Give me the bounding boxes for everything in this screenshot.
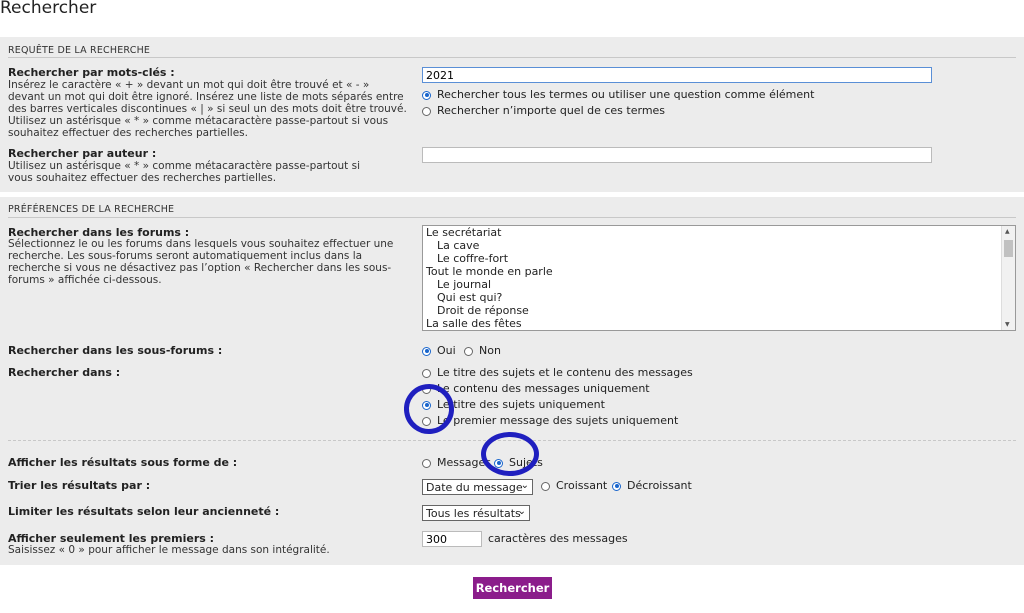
radio-checked-icon[interactable] — [422, 346, 431, 356]
section-heading-preferences: PRÉFÉRENCES DE LA RECHERCHE — [8, 204, 175, 215]
search-query-panel: REQUÊTE DE LA RECHERCHE Rechercher par m… — [0, 37, 1024, 192]
first-chars-description: Saisissez « 0 » pour afficher le message… — [8, 544, 330, 556]
radio-icon[interactable] — [422, 368, 431, 378]
author-label: Rechercher par auteur : — [8, 147, 157, 160]
subforums-label: Rechercher dans les sous-forums : — [8, 344, 223, 357]
radio-icon[interactable] — [422, 106, 431, 116]
scroll-down-icon[interactable]: ▼ — [1005, 321, 1010, 328]
search-submit-button[interactable]: Rechercher — [473, 577, 552, 599]
radio-icon[interactable] — [422, 458, 431, 468]
annotation-circle — [481, 432, 539, 476]
scrollbar-thumb[interactable] — [1004, 240, 1013, 257]
display-as-label: Afficher les résultats sous forme de : — [8, 456, 238, 469]
divider — [8, 57, 1016, 58]
radio-icon[interactable] — [541, 481, 550, 491]
search-in-titles-and-content[interactable]: Le titre des sujets et le contenu des me… — [422, 366, 693, 379]
limit-age-select[interactable]: Tous les résultats ⌄ — [422, 505, 530, 521]
search-in-content-only[interactable]: Le contenu des messages uniquement — [422, 382, 650, 395]
first-chars-suffix: caractères des messages — [488, 532, 628, 545]
search-in-label: Rechercher dans : — [8, 366, 121, 379]
divider — [8, 217, 1016, 218]
list-item[interactable]: Le coffre-fort — [423, 252, 1015, 265]
list-item[interactable]: Qui est qui? — [423, 291, 1015, 304]
scroll-up-icon[interactable]: ▲ — [1005, 228, 1010, 235]
radio-checked-icon[interactable] — [422, 90, 431, 100]
limit-label: Limiter les résultats selon leur ancienn… — [8, 505, 280, 518]
keywords-input[interactable]: 2021 — [422, 67, 932, 83]
search-in-first-post-only[interactable]: Le premier message des sujets uniquement — [422, 414, 678, 427]
sort-ascending-option[interactable]: Croissant — [541, 479, 607, 492]
listbox-scrollbar[interactable]: ▲ ▼ — [1001, 226, 1015, 330]
author-input[interactable] — [422, 147, 932, 163]
keywords-label: Rechercher par mots-clés : — [8, 66, 175, 79]
radio-checked-icon[interactable] — [612, 481, 621, 491]
keywords-description: Insérez le caractère « + » devant un mot… — [8, 79, 407, 139]
list-item[interactable]: La salle des fêtes — [423, 317, 1015, 330]
forums-listbox[interactable]: Le secrétariat La cave Le coffre-fort To… — [422, 225, 1016, 331]
option-any-term[interactable]: Rechercher n’importe quel de ces termes — [422, 104, 665, 117]
list-item[interactable]: Le journal — [423, 278, 1015, 291]
list-item[interactable]: Droit de réponse — [423, 304, 1015, 317]
subforums-no-option[interactable]: Non — [464, 344, 501, 357]
option-all-terms[interactable]: Rechercher tous les termes ou utiliser u… — [422, 88, 814, 101]
first-chars-input[interactable]: 300 — [422, 531, 482, 547]
chevron-down-icon: ⌄ — [517, 506, 526, 517]
chevron-down-icon: ⌄ — [520, 480, 529, 491]
sort-field-select[interactable]: Date du message ⌄ — [422, 479, 533, 495]
list-item[interactable]: La cave — [423, 239, 1015, 252]
sort-descending-option[interactable]: Décroissant — [612, 479, 692, 492]
sort-label: Trier les résultats par : — [8, 479, 151, 492]
section-heading-query: REQUÊTE DE LA RECHERCHE — [8, 45, 151, 56]
subforums-yes-option[interactable]: Oui — [422, 344, 456, 357]
search-preferences-panel: PRÉFÉRENCES DE LA RECHERCHE Rechercher d… — [0, 197, 1024, 565]
author-description: Utilisez un astérisque « * » comme métac… — [8, 160, 361, 184]
radio-icon[interactable] — [464, 346, 473, 356]
forums-description: Sélectionnez le ou les forums dans lesqu… — [8, 238, 394, 286]
list-item[interactable]: Tout le monde en parle — [423, 265, 1015, 278]
list-item[interactable]: Le secrétariat — [423, 226, 1015, 239]
page-title: Rechercher — [0, 0, 97, 18]
